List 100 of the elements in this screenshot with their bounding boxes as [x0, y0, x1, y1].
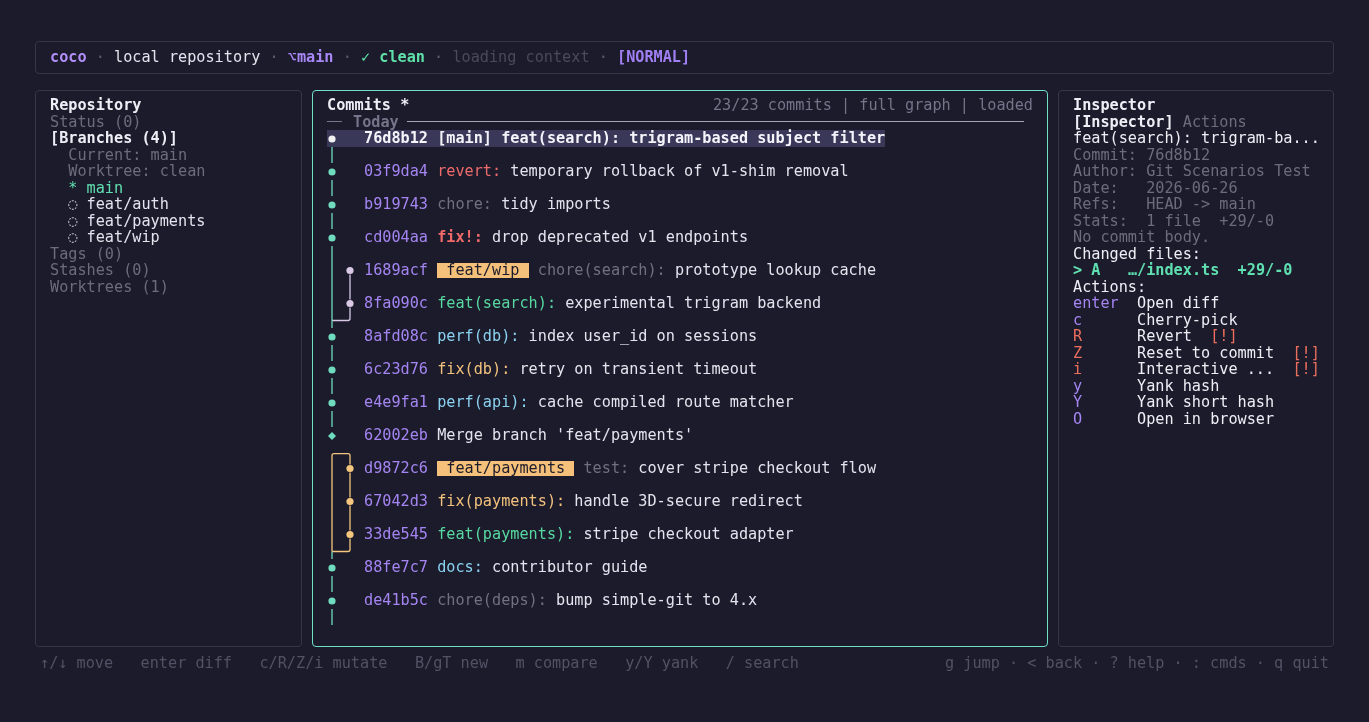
commit-type: feat(search):	[501, 130, 621, 147]
commit-row[interactable]: 6c23d76 fix(db): retry on transient timeout	[327, 361, 758, 378]
commit-type: revert:	[437, 163, 502, 180]
graph-line-icon	[330, 345, 333, 361]
commit-subject: handle 3D-secure redirect	[574, 493, 803, 510]
field-label: Author:	[1073, 163, 1137, 180]
commit-row[interactable]: d9872c6 feat/payments test: cover stripe checkout flow	[327, 460, 877, 477]
branch-item[interactable]: * main	[68, 179, 124, 196]
commit-row[interactable]: 76d8b12 [main] feat(search): trigram-based subject filter	[327, 130, 886, 147]
commit-summary: 23/23 commits | full graph | loaded	[712, 97, 1033, 114]
field-label: Date:	[1073, 179, 1119, 196]
key-hint: B/gT new	[414, 655, 489, 672]
commit-subject: stripe checkout adapter	[583, 526, 794, 543]
graph-line-icon	[330, 180, 333, 196]
inspector-tab[interactable]: [Inspector]	[1073, 113, 1174, 130]
commit-row[interactable]: 33de545 feat(payments): stripe checkout adapter	[327, 526, 794, 543]
commit-hash: d9872c6	[364, 460, 428, 477]
commit-row[interactable]: 8afd08c perf(db): index user_id on sessions	[327, 328, 758, 345]
commit-type: perf(db):	[437, 328, 520, 345]
graph-line-icon	[330, 576, 333, 592]
commit-type: test:	[583, 460, 630, 477]
section-heading: Changed files:	[1073, 245, 1201, 262]
graph-line-icon	[330, 279, 351, 295]
commit-row[interactable]: 62002eb Merge branch 'feat/payments'	[327, 427, 694, 444]
graph-line-icon	[330, 609, 333, 625]
graph-line-icon	[330, 510, 351, 526]
body-text: No commit body.	[1073, 229, 1211, 246]
commit-hash: 76d8b12	[364, 130, 428, 147]
action-label: Interactive ...	[1137, 361, 1275, 378]
commit-type: fix(db):	[437, 361, 511, 378]
app-name: coco	[50, 48, 87, 67]
commit-row[interactable]: 03f9da4 revert: temporary rollback of v1-shim removal	[327, 163, 849, 180]
commit-hash: 1689acf	[364, 262, 428, 279]
commit-row[interactable]: 1689acf feat/wip chore(search): prototype lookup cache	[327, 262, 877, 279]
repo-label: local repository	[114, 48, 261, 67]
commit-row[interactable]: 67042d3 fix(payments): handle 3D-secure redirect	[327, 493, 803, 510]
branch-item[interactable]: ◌ feat/wip	[68, 229, 160, 246]
commit-subject: cover stripe checkout flow	[638, 460, 877, 477]
commit-row[interactable]: e4e9fa1 perf(api): cache compiled route matcher	[327, 394, 794, 411]
branch-icon: ⌥	[287, 48, 297, 67]
sidebar-item[interactable]: [Branches (4)]	[50, 130, 178, 147]
commit-type: docs:	[437, 559, 483, 576]
action-label: Open in browser	[1137, 410, 1275, 427]
key-hint: ↑/↓ move	[40, 655, 114, 672]
commit-row[interactable]: 88fe7c7 docs: contributor guide	[327, 559, 648, 576]
commit-row[interactable]: de41b5c chore(deps): bump simple-git to 4.x	[327, 592, 758, 609]
commit-subject: tidy imports	[501, 196, 611, 213]
file-item[interactable]: > A …/index.ts +29/-0	[1073, 262, 1293, 279]
warning-mark: [!]	[1292, 344, 1320, 361]
field-label: Stats:	[1073, 212, 1128, 229]
commit-subject: Merge branch 'feat/payments'	[437, 427, 694, 444]
panel-title: Repository	[50, 97, 142, 114]
field-value: HEAD -> main	[1146, 196, 1256, 213]
branch-badge: feat/payments	[437, 461, 575, 476]
shortcut-key: Z	[1073, 344, 1083, 361]
action-label: Yank short hash	[1137, 394, 1275, 411]
branch-badge: feat/wip	[437, 263, 529, 278]
commit-type: perf(api):	[437, 394, 529, 411]
commit-subject: index user_id on sessions	[528, 328, 758, 345]
separator: ·	[269, 48, 279, 67]
separator: ·	[95, 48, 105, 67]
branch-item[interactable]: ◌ feat/payments	[68, 212, 206, 229]
commit-type: chore(deps):	[437, 592, 547, 609]
date-header: Today	[353, 113, 399, 130]
separator: ·	[598, 48, 608, 67]
warning-mark: [!]	[1292, 361, 1320, 378]
panel-title: Inspector	[1073, 97, 1156, 114]
warning-mark: [!]	[1210, 328, 1238, 345]
graph-line-icon	[330, 411, 333, 427]
field-label: Commit:	[1073, 146, 1137, 163]
commit-subject: temporary rollback of v1-shim removal	[510, 163, 849, 180]
commit-type: feat(search):	[437, 295, 557, 312]
commit-hash: de41b5c	[364, 592, 428, 609]
commit-hash: 62002eb	[364, 427, 428, 444]
field-label: Refs:	[1073, 196, 1119, 213]
graph-line-icon	[330, 246, 333, 262]
commit-type: feat(payments):	[437, 526, 575, 543]
key-hint: / search	[725, 655, 799, 672]
commit-hash: 33de545	[364, 526, 428, 543]
commit-row[interactable]: cd004aa fix!: drop deprecated v1 endpoints	[327, 229, 749, 246]
branch-label: main	[296, 48, 334, 67]
field-value: 1 file +29/-0	[1146, 212, 1275, 229]
commit-subject: cache compiled route matcher	[537, 394, 794, 411]
commit-subject: contributor guide	[492, 559, 648, 576]
field-value: Git Scenarios Test	[1146, 163, 1311, 180]
graph-line-icon	[330, 378, 333, 394]
commit-subject: prototype lookup cache	[674, 262, 877, 279]
commit-subject: experimental trigram backend	[565, 295, 822, 312]
action-label: Open diff	[1137, 295, 1220, 312]
check-icon: ✓	[360, 48, 371, 67]
shortcut-key: Y	[1073, 394, 1083, 411]
graph-line-icon	[330, 312, 351, 328]
graph-line-icon	[330, 147, 333, 163]
commit-row[interactable]: 8fa090c feat(search): experimental trigram backend	[327, 295, 822, 312]
commit-row[interactable]: b919743 chore: tidy imports	[327, 196, 611, 213]
action-label: Yank hash	[1137, 377, 1220, 394]
key-hint: c/R/Z/i mutate	[259, 655, 388, 672]
shortcut-key: y	[1073, 377, 1083, 394]
commit-hash: b919743	[364, 196, 428, 213]
branch-item[interactable]: ◌ feat/auth	[68, 196, 169, 213]
